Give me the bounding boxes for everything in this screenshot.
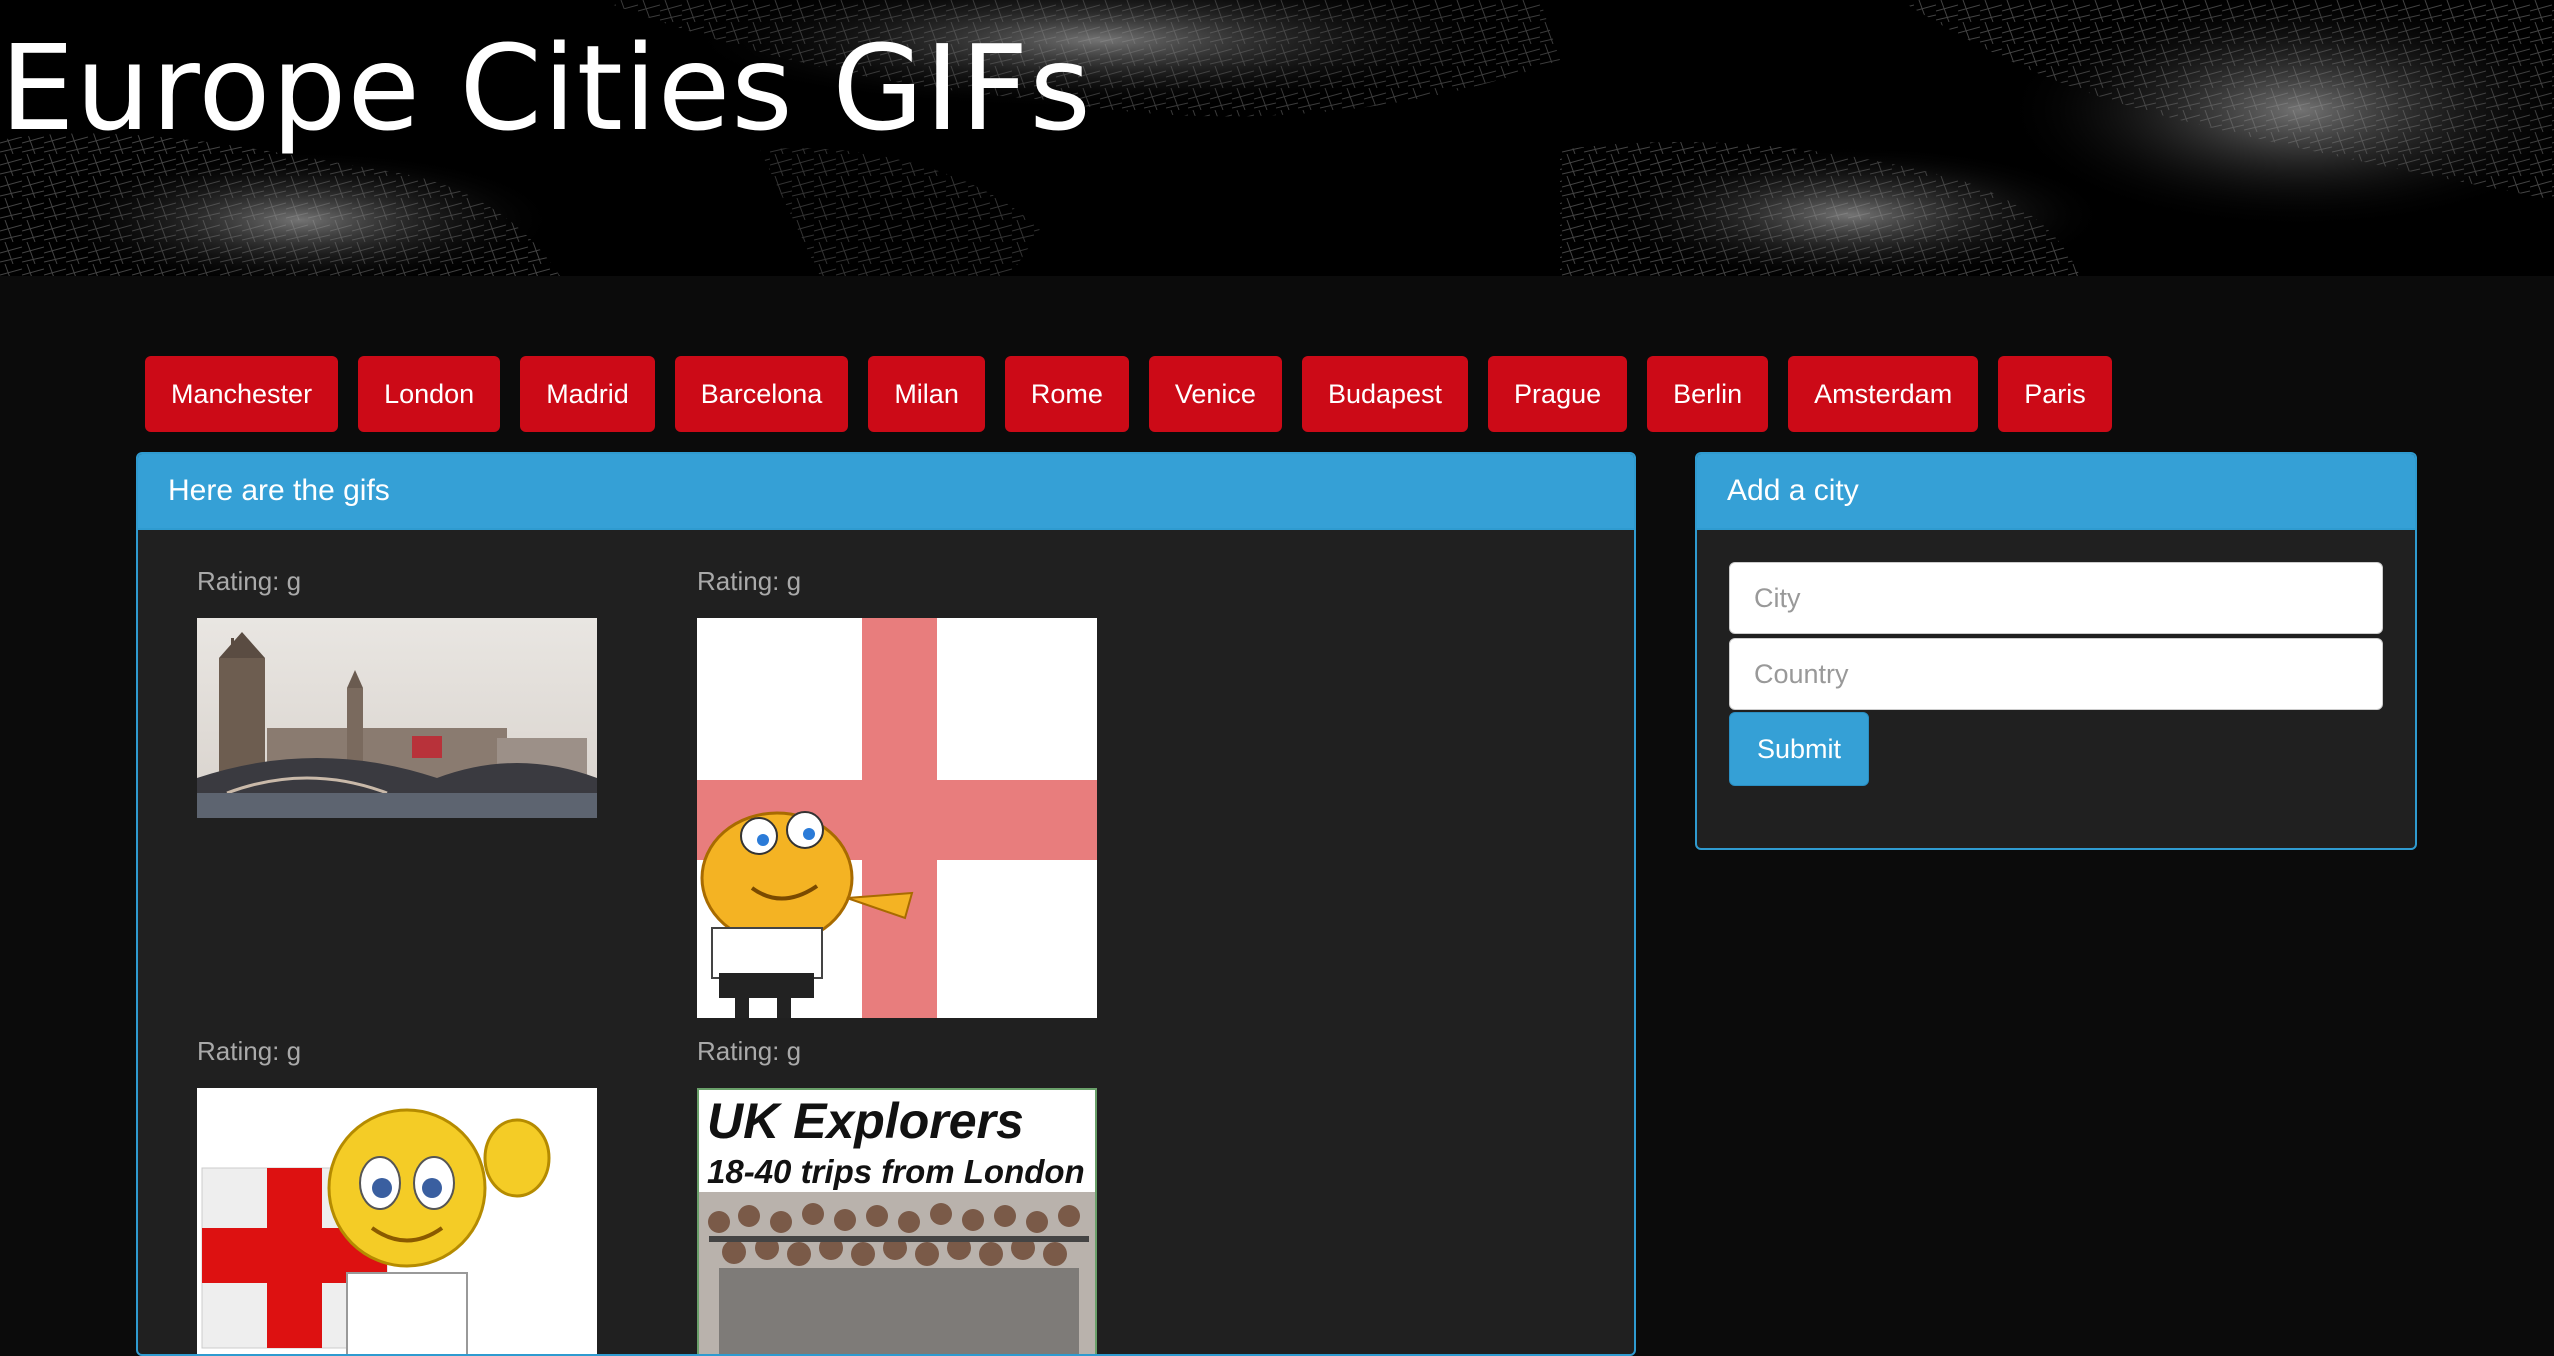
gif-rating: Rating: g (697, 566, 802, 596)
city-button-prague[interactable]: Prague (1488, 356, 1628, 432)
uk-explorers-subcaption: 18-40 trips from London (707, 1153, 1085, 1190)
city-button-venice[interactable]: Venice (1148, 356, 1282, 432)
gif-image[interactable] (197, 1088, 597, 1354)
city-button-budapest[interactable]: Budapest (1301, 356, 1469, 432)
header-banner: Europe Cities GIFs (0, 0, 2554, 276)
city-button-rome[interactable]: Rome (1004, 356, 1129, 432)
gif-image[interactable]: UK Explorers 18-40 trips from London (697, 1088, 1097, 1354)
gifs-panel: Here are the gifs Rating: g Rating: g Ra… (136, 452, 1636, 1356)
gif-rating: Rating: g (197, 566, 302, 596)
add-city-panel-heading: Add a city (1697, 454, 2415, 530)
gif-rating: Rating: g (197, 1036, 302, 1066)
add-city-panel: Add a city Submit (1695, 452, 2417, 850)
city-button-paris[interactable]: Paris (1998, 356, 2112, 432)
city-button-madrid[interactable]: Madrid (520, 356, 655, 432)
gif-image[interactable] (697, 618, 1097, 1018)
gif-item: Rating: g (697, 566, 1097, 1018)
city-button-bar: Manchester London Madrid Barcelona Milan… (145, 356, 2112, 432)
gif-item: Rating: g (197, 1036, 597, 1354)
waving-smiley-england-image (197, 1088, 597, 1354)
page-title: Europe Cities GIFs (0, 19, 1092, 157)
city-button-milan[interactable]: Milan (868, 356, 985, 432)
city-button-barcelona[interactable]: Barcelona (674, 356, 849, 432)
submit-button[interactable]: Submit (1729, 712, 1869, 786)
city-button-london[interactable]: London (358, 356, 501, 432)
city-button-berlin[interactable]: Berlin (1647, 356, 1769, 432)
england-flag-smiley-image (697, 618, 1097, 1018)
uk-explorers-caption: UK Explorers (707, 1093, 1024, 1149)
gif-item: Rating: g (197, 566, 597, 818)
country-input[interactable] (1729, 638, 2383, 710)
gif-image[interactable] (197, 618, 597, 818)
city-input[interactable] (1729, 562, 2383, 634)
city-button-manchester[interactable]: Manchester (145, 356, 339, 432)
city-button-amsterdam[interactable]: Amsterdam (1788, 356, 1979, 432)
gifs-panel-heading: Here are the gifs (138, 454, 1634, 530)
crowd-photo-image (699, 1192, 1095, 1354)
gif-item: Rating: g UK Explorers 18-40 trips from … (697, 1036, 1097, 1354)
london-skyline-image (197, 618, 597, 818)
gif-rating: Rating: g (697, 1036, 802, 1066)
